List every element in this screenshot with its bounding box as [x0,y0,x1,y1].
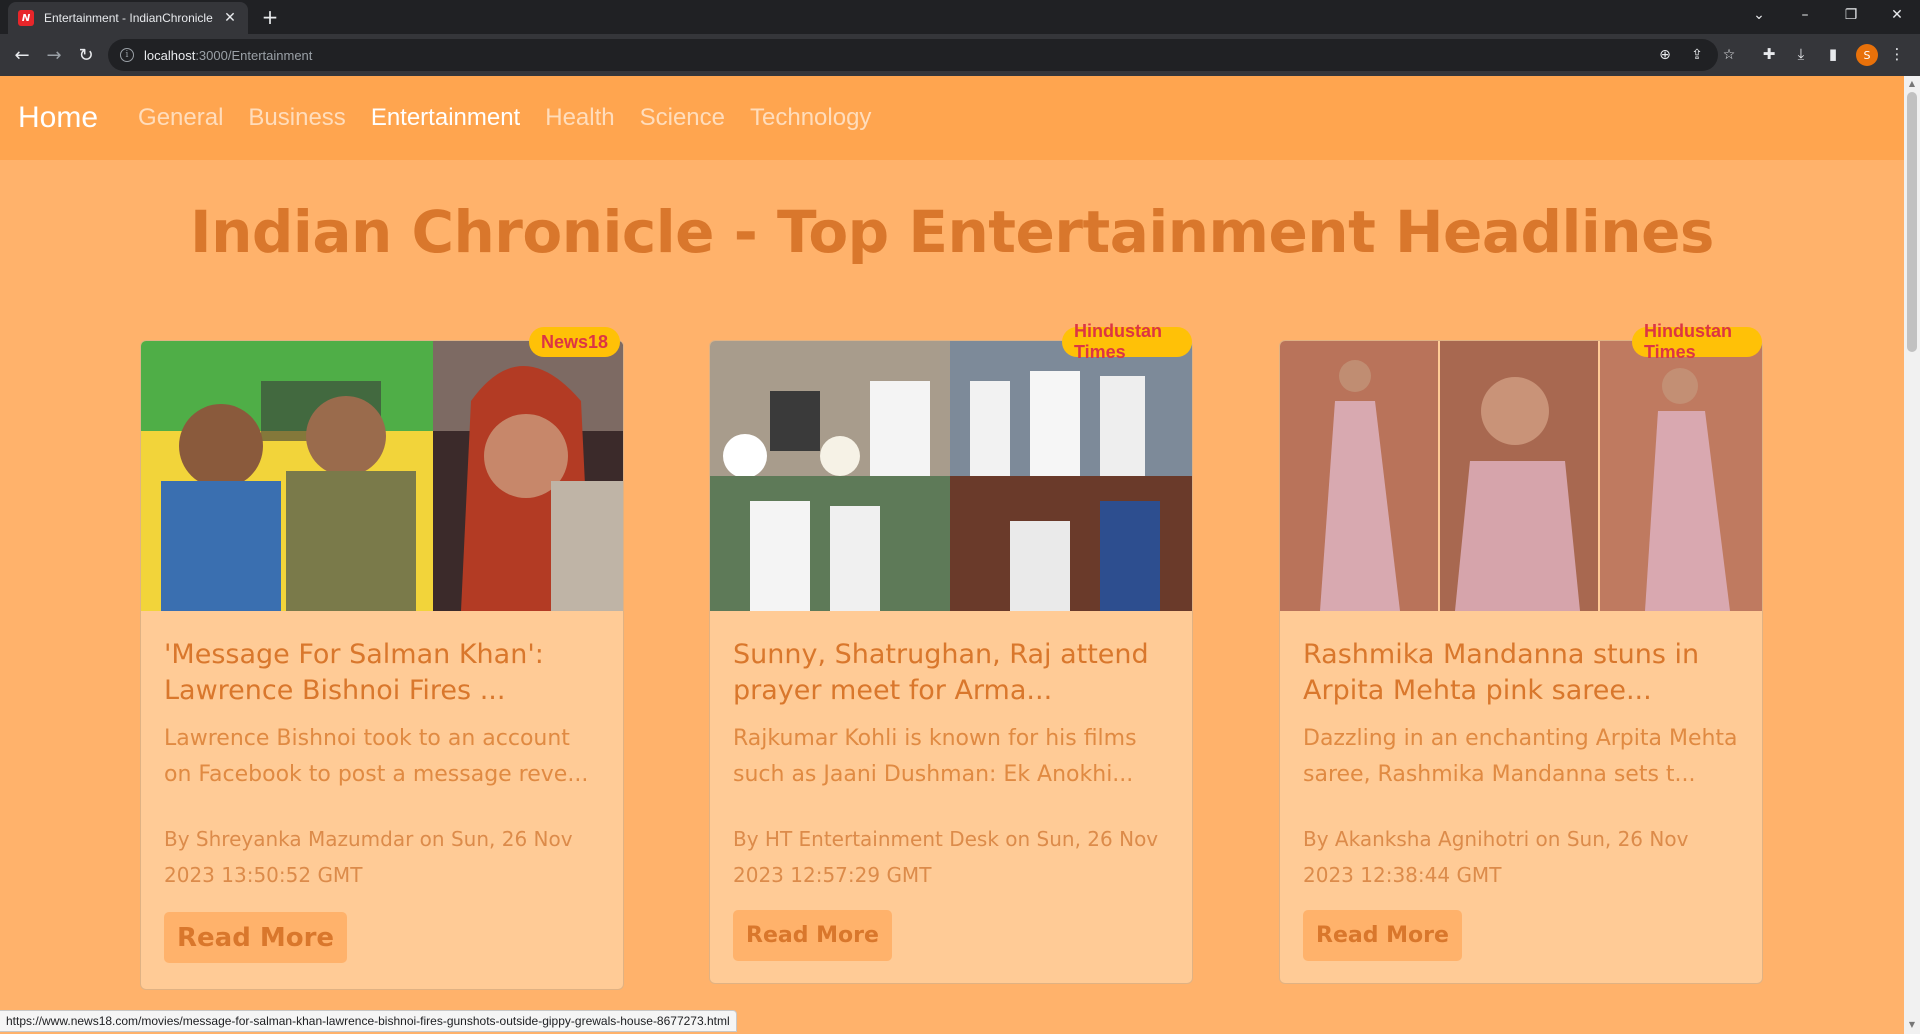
minimize-icon[interactable]: – [1782,0,1828,30]
read-more-button[interactable]: Read More [733,910,892,961]
extensions-icon[interactable]: ✚ [1758,43,1780,65]
read-more-button[interactable]: Read More [164,912,348,963]
browser-menu-icon[interactable]: ⋮ [1886,43,1908,65]
news-card-image [141,341,623,611]
card-byline: By HT Entertainment Desk on Sun, 26 Nov … [733,827,1159,887]
forward-icon[interactable]: → [42,43,66,67]
news-image-salman-gippy [141,341,623,611]
card-description: Rajkumar Kohli is known for his films su… [733,726,1137,787]
news-card: News18 'Message For Salman Khan': Lawren… [140,327,624,990]
new-tab-icon[interactable]: + [258,5,282,29]
browser-tab-strip: N Entertainment - IndianChronicle ✕ + ⌄ … [0,0,1920,34]
scroll-down-icon[interactable]: ▼ [1908,1020,1916,1029]
source-badge: News18 [529,327,621,357]
page-scrollbar[interactable]: ▲ ▼ [1904,76,1920,1034]
downloads-icon[interactable]: ⤓ [1790,43,1812,65]
news-card-image [1280,341,1762,611]
read-more-button[interactable]: Read More [1303,910,1462,961]
nav-link-technology[interactable]: Technology [750,104,871,132]
page-title: Indian Chronicle - Top Entertainment Hea… [190,198,1714,266]
side-panel-icon[interactable]: ▮ [1822,43,1844,65]
site-info-icon[interactable]: i [120,48,134,62]
address-bar[interactable]: i localhost:3000/Entertainment ⊕ ⇪ ☆ [108,39,1735,71]
close-window-icon[interactable]: ✕ [1874,0,1920,30]
news-card: Hindustan Times Rashmika Mandanna stuns … [1279,321,1763,984]
share-icon[interactable]: ⇪ [1688,46,1706,64]
browser-toolbar: ← → ↻ i localhost:3000/Entertainment ⊕ ⇪… [0,34,1920,76]
card-byline: By Shreyanka Mazumdar on Sun, 26 Nov 202… [164,827,573,887]
restore-icon[interactable]: ❐ [1828,0,1874,30]
card-byline: By Akanksha Agnihotri on Sun, 26 Nov 202… [1303,827,1689,887]
card-title: Rashmika Mandanna stuns in Arpita Mehta … [1303,639,1700,706]
site-favicon-icon: N [18,10,34,26]
news-image-rashmika-saree [1280,341,1762,611]
url-text: localhost:3000/Entertainment [144,47,313,63]
nav-link-health[interactable]: Health [545,104,614,132]
profile-avatar[interactable]: S [1856,44,1878,66]
scrollbar-thumb[interactable] [1907,92,1917,352]
bookmark-star-icon[interactable]: ☆ [1720,46,1738,64]
reload-icon[interactable]: ↻ [74,43,98,67]
source-badge: Hindustan Times [1632,321,1762,362]
zoom-icon[interactable]: ⊕ [1656,46,1674,64]
news-card: Hindustan Times Sunny, Shatrughan, Raj a… [709,321,1193,984]
site-navbar: Home General Business Entertainment Heal… [0,76,1904,160]
scroll-up-icon[interactable]: ▲ [1908,79,1916,88]
card-title: 'Message For Salman Khan': Lawrence Bish… [164,639,544,706]
page-viewport: Home General Business Entertainment Heal… [0,76,1904,1034]
card-description: Dazzling in an enchanting Arpita Mehta s… [1303,726,1738,787]
link-status-bar: https://www.news18.com/movies/message-fo… [0,1010,737,1032]
card-title: Sunny, Shatrughan, Raj attend prayer mee… [733,639,1149,706]
tab-title: Entertainment - IndianChronicle [44,11,213,25]
tab-close-icon[interactable]: ✕ [222,10,238,26]
back-icon[interactable]: ← [10,43,34,67]
nav-link-general[interactable]: General [138,104,223,132]
news-card-image [710,341,1192,611]
nav-home-link[interactable]: Home [18,101,98,135]
card-description: Lawrence Bishnoi took to an account on F… [164,726,589,787]
nav-link-science[interactable]: Science [640,104,725,132]
nav-link-business[interactable]: Business [248,104,345,132]
source-badge: Hindustan Times [1062,321,1192,362]
nav-link-entertainment[interactable]: Entertainment [371,104,520,132]
browser-tab[interactable]: N Entertainment - IndianChronicle ✕ [8,2,248,34]
news-image-prayer-meet [710,341,1192,611]
tab-search-icon[interactable]: ⌄ [1736,0,1782,30]
